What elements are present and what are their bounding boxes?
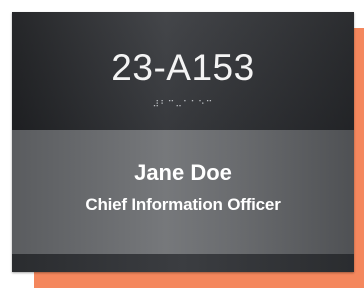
sign-nameplate: Jane Doe Chief Information Officer (12, 130, 354, 254)
room-number: 23-A153 (111, 47, 255, 88)
person-title: Chief Information Officer (85, 195, 281, 214)
room-sign: 23-A153 ⠼⠃⠉⠤⠁⠁⠑⠉ Jane Doe Chief Informat… (12, 12, 354, 272)
sign-top-panel: 23-A153 ⠼⠃⠉⠤⠁⠁⠑⠉ (12, 12, 354, 130)
sign-image: 23-A153 ⠼⠃⠉⠤⠁⠁⠑⠉ Jane Doe Chief Informat… (0, 0, 364, 288)
sign-footer-strip (12, 254, 354, 272)
person-name: Jane Doe (134, 160, 232, 185)
braille-text: ⠼⠃⠉⠤⠁⠁⠑⠉ (152, 100, 214, 110)
